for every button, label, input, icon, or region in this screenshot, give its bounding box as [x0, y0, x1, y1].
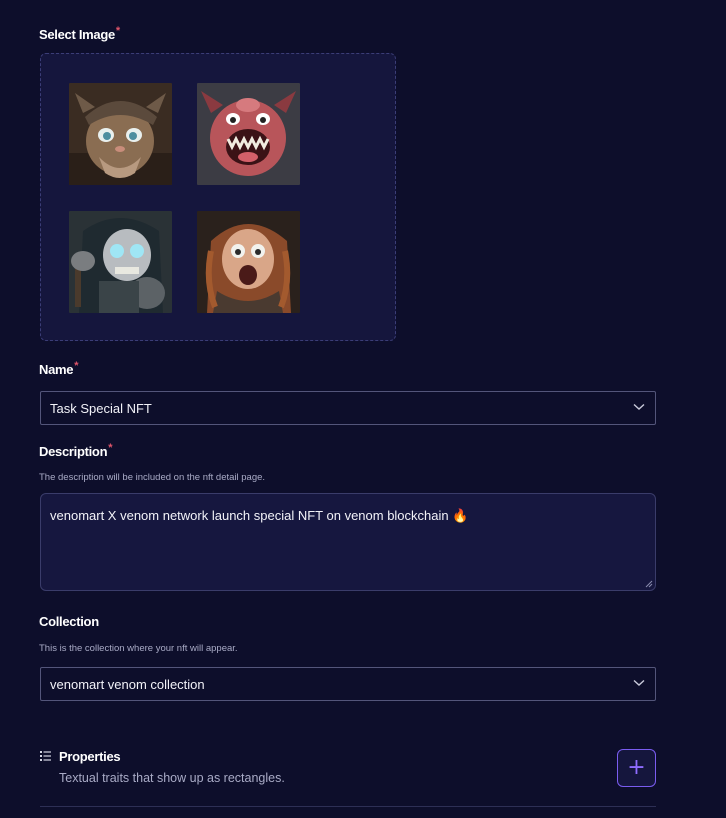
add-property-button[interactable]: +: [617, 749, 656, 787]
description-textarea[interactable]: venomart X venom network launch special …: [40, 493, 656, 591]
collection-select[interactable]: venomart venom collection: [40, 667, 656, 701]
properties-title: Properties: [59, 749, 121, 764]
divider: [40, 806, 656, 807]
description-label: Description*: [39, 442, 113, 459]
properties-description: Textual traits that show up as rectangle…: [59, 771, 285, 785]
resize-grip-icon[interactable]: [645, 580, 653, 588]
collection-label: Collection: [39, 614, 99, 629]
name-label: Name*: [39, 360, 79, 377]
chevron-down-icon: [633, 679, 645, 686]
plus-icon: +: [627, 755, 646, 780]
collection-value: venomart venom collection: [50, 677, 205, 692]
red-monster-thumbnail[interactable]: [197, 83, 300, 185]
skull-warrior-thumbnail[interactable]: [69, 211, 172, 313]
collection-hint: This is the collection where your nft wi…: [39, 643, 238, 654]
description-value: venomart X venom network launch special …: [50, 508, 469, 523]
chevron-down-icon: [633, 403, 645, 410]
name-select[interactable]: Task Special NFT: [40, 391, 656, 425]
screaming-viking-thumbnail[interactable]: [197, 211, 300, 313]
name-value: Task Special NFT: [50, 401, 152, 416]
image-picker[interactable]: [40, 53, 396, 341]
cat-viking-thumbnail[interactable]: [69, 83, 172, 185]
description-hint: The description will be included on the …: [39, 472, 266, 483]
select-image-label: Select Image*: [39, 25, 120, 42]
list-icon: [40, 751, 51, 761]
